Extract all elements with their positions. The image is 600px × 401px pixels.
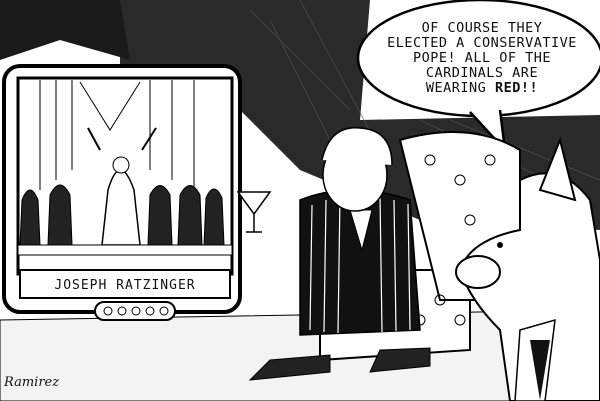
artist-signature: Ramirez <box>4 375 60 390</box>
speech-line: CARDINALS ARE <box>425 64 539 81</box>
speech-line: OF COURSE THEY <box>421 19 543 36</box>
speech-line: POPE! ALL OF THE <box>412 49 552 66</box>
speech-line: ELECTED A CONSERVATIVE <box>387 34 577 51</box>
speech-line: WEARING <box>425 79 495 96</box>
speech-bubble-text: OF COURSE THEY ELECTED A CONSERVATIVE PO… <box>366 2 598 114</box>
speech-line-final: WEARING RED!! <box>387 79 577 96</box>
tv-caption: JOSEPH RATZINGER <box>54 277 196 293</box>
speech-emphasis: RED!! <box>494 79 539 96</box>
